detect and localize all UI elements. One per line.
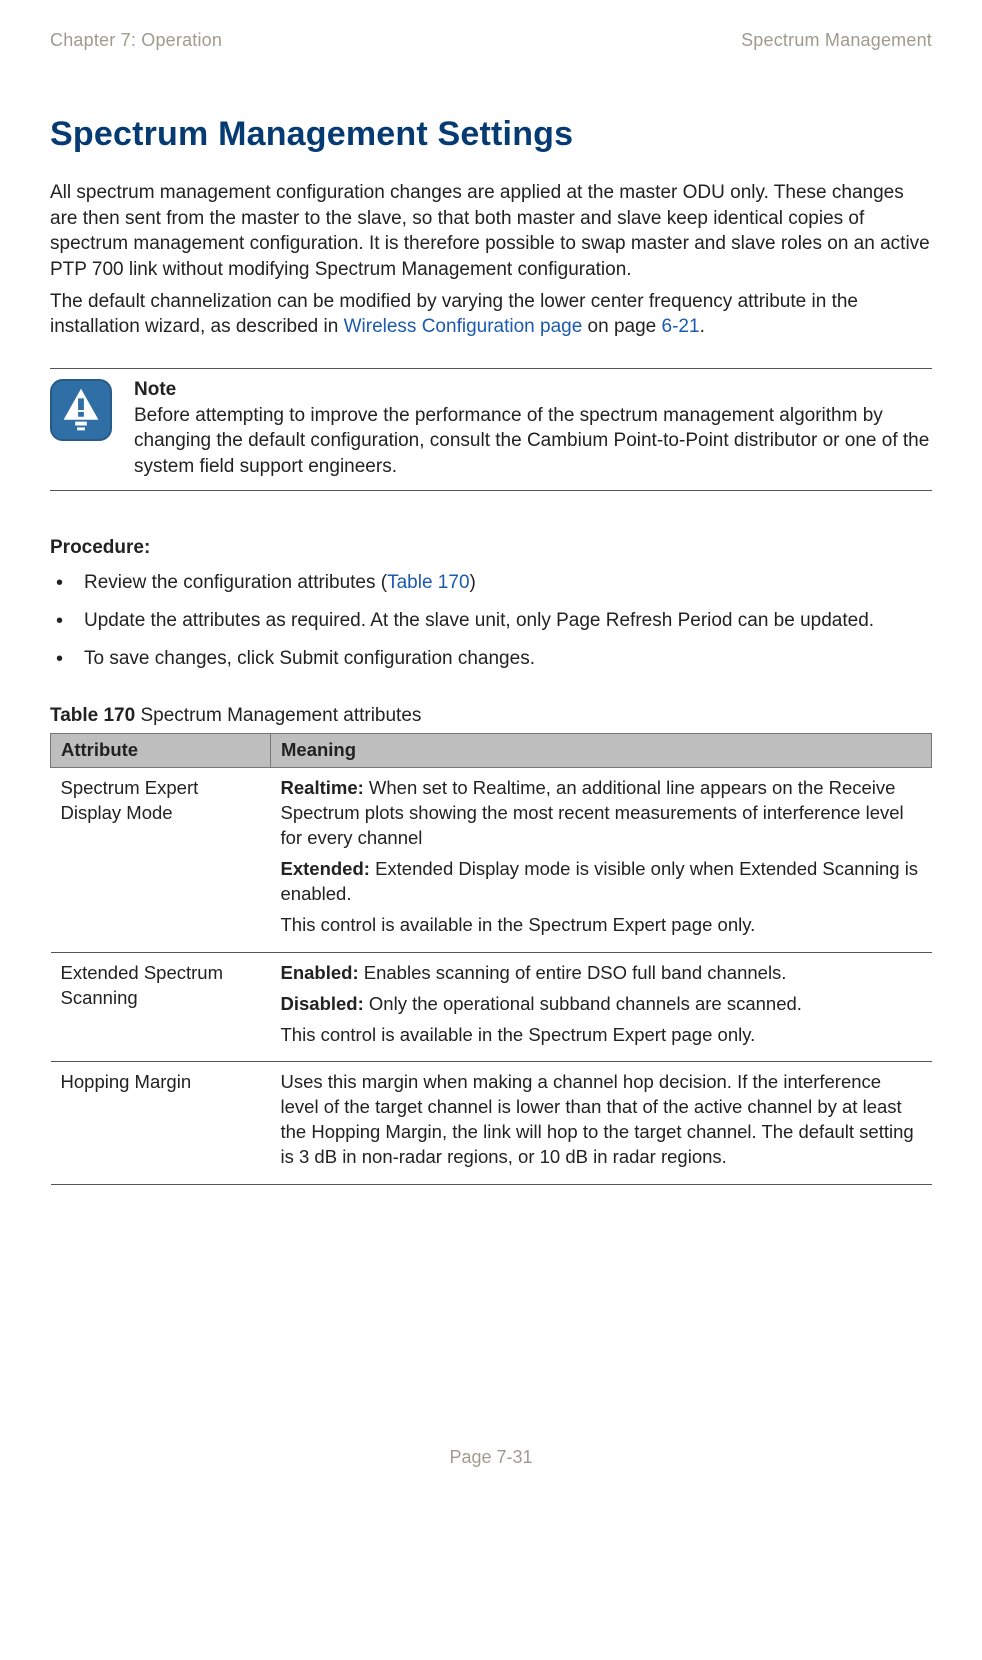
intro2-pageref[interactable]: 6-21 bbox=[662, 316, 700, 337]
proc1-pre: Review the configuration attributes ( bbox=[84, 572, 387, 593]
meaning-cell: Enabled: Enables scanning of entire DSO … bbox=[271, 952, 932, 1062]
meaning-text: This control is available in the Spectru… bbox=[281, 914, 756, 935]
meaning-text: This control is available in the Spectru… bbox=[281, 1024, 756, 1045]
note-heading: Note bbox=[134, 377, 932, 403]
table-caption: Table 170 Spectrum Management attributes bbox=[50, 703, 932, 729]
intro2-mid: on page bbox=[582, 316, 661, 337]
meaning-line: Realtime: When set to Realtime, an addit… bbox=[281, 776, 922, 851]
meaning-bold: Enabled: bbox=[281, 962, 359, 983]
intro2-post: . bbox=[700, 316, 705, 337]
attr-cell: Spectrum Expert Display Mode bbox=[51, 767, 271, 952]
meaning-text: Extended Display mode is visible only wh… bbox=[281, 858, 919, 904]
procedure-heading: Procedure: bbox=[50, 535, 932, 561]
table-caption-rest: Spectrum Management attributes bbox=[135, 705, 421, 726]
page-title: Spectrum Management Settings bbox=[50, 112, 932, 158]
procedure-item-1: Review the configuration attributes (Tab… bbox=[50, 570, 932, 596]
wireless-config-link[interactable]: Wireless Configuration page bbox=[344, 316, 583, 337]
meaning-cell: Realtime: When set to Realtime, an addit… bbox=[271, 767, 932, 952]
col-meaning: Meaning bbox=[271, 733, 932, 767]
header-right: Spectrum Management bbox=[741, 28, 932, 52]
meaning-line: This control is available in the Spectru… bbox=[281, 913, 922, 938]
procedure-item-3: To save changes, click Submit configurat… bbox=[50, 646, 932, 672]
intro-paragraph-2: The default channelization can be modifi… bbox=[50, 289, 932, 340]
procedure-item-2: Update the attributes as required. At th… bbox=[50, 608, 932, 634]
col-attribute: Attribute bbox=[51, 733, 271, 767]
table-caption-bold: Table 170 bbox=[50, 705, 135, 726]
meaning-text: Enables scanning of entire DSO full band… bbox=[359, 962, 787, 983]
meaning-text: Only the operational subband channels ar… bbox=[364, 993, 802, 1014]
meaning-text: When set to Realtime, an additional line… bbox=[281, 777, 904, 848]
table-row: Spectrum Expert Display Mode Realtime: W… bbox=[51, 767, 932, 952]
table-row: Extended Spectrum Scanning Enabled: Enab… bbox=[51, 952, 932, 1062]
running-header: Chapter 7: Operation Spectrum Management bbox=[50, 28, 932, 52]
meaning-cell: Uses this margin when making a channel h… bbox=[271, 1062, 932, 1185]
meaning-bold: Extended: bbox=[281, 858, 370, 879]
table-header-row: Attribute Meaning bbox=[51, 733, 932, 767]
note-callout: Note Before attempting to improve the pe… bbox=[50, 368, 932, 491]
attr-cell: Extended Spectrum Scanning bbox=[51, 952, 271, 1062]
meaning-bold: Disabled: bbox=[281, 993, 364, 1014]
page-footer: Page 7-31 bbox=[50, 1445, 932, 1469]
procedure-list: Review the configuration attributes (Tab… bbox=[50, 570, 932, 671]
attr-cell: Hopping Margin bbox=[51, 1062, 271, 1185]
note-icon bbox=[50, 379, 112, 441]
header-left: Chapter 7: Operation bbox=[50, 28, 222, 52]
note-text: Note Before attempting to improve the pe… bbox=[134, 377, 932, 480]
meaning-text: Uses this margin when making a channel h… bbox=[281, 1071, 914, 1167]
meaning-line: Enabled: Enables scanning of entire DSO … bbox=[281, 961, 922, 986]
proc1-post: ) bbox=[470, 572, 476, 593]
meaning-line: Uses this margin when making a channel h… bbox=[281, 1070, 922, 1170]
note-body: Before attempting to improve the perform… bbox=[134, 403, 932, 480]
meaning-bold: Realtime: bbox=[281, 777, 364, 798]
meaning-line: This control is available in the Spectru… bbox=[281, 1023, 922, 1048]
table-170-link[interactable]: Table 170 bbox=[387, 572, 469, 593]
table-row: Hopping Margin Uses this margin when mak… bbox=[51, 1062, 932, 1185]
meaning-line: Extended: Extended Display mode is visib… bbox=[281, 857, 922, 907]
intro-paragraph-1: All spectrum management configuration ch… bbox=[50, 180, 932, 283]
attributes-table: Attribute Meaning Spectrum Expert Displa… bbox=[50, 733, 932, 1186]
meaning-line: Disabled: Only the operational subband c… bbox=[281, 992, 922, 1017]
